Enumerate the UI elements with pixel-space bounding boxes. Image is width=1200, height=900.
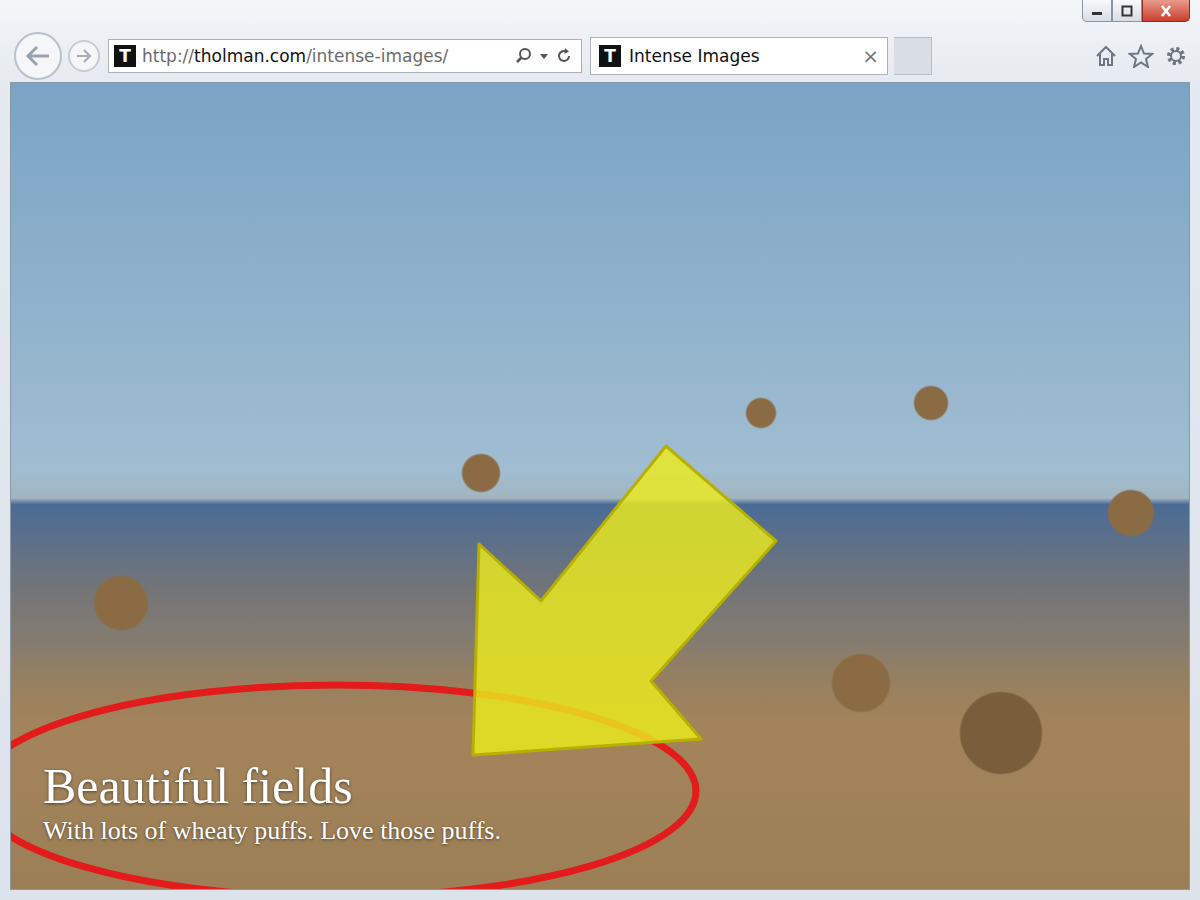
- window-controls: [1082, 0, 1190, 30]
- toolbar-icons: [1094, 44, 1188, 68]
- maximize-button[interactable]: [1112, 0, 1142, 22]
- search-icon[interactable]: [515, 47, 533, 65]
- maximize-icon: [1120, 5, 1134, 17]
- back-arrow-icon: [25, 45, 51, 67]
- photo-caption: Beautiful fieldsWith lots of wheaty puff…: [43, 759, 501, 848]
- annotation-layer: [11, 83, 1190, 890]
- favorites-star-icon[interactable]: [1128, 44, 1154, 68]
- pointer-arrow-icon: [473, 446, 776, 755]
- title-bar: [0, 0, 1200, 30]
- minimize-button[interactable]: [1082, 0, 1112, 22]
- dropdown-icon[interactable]: [539, 47, 549, 65]
- highlight-ellipse-icon: [11, 685, 696, 890]
- browser-window: Thttp://tholman.com/intense-images/T Inte…: [0, 0, 1200, 900]
- url-text: http://tholman.com/intense-images/: [142, 46, 509, 66]
- minimize-icon: [1090, 6, 1104, 16]
- tab-close-button[interactable]: ×: [862, 44, 879, 68]
- toolbar: Thttp://tholman.com/intense-images/T Inte…: [0, 30, 1200, 82]
- address-bar[interactable]: Thttp://tholman.com/intense-images/: [108, 39, 582, 73]
- refresh-icon[interactable]: [555, 47, 573, 65]
- close-button[interactable]: [1142, 0, 1190, 22]
- back-button[interactable]: [14, 32, 62, 80]
- forward-button[interactable]: [68, 40, 100, 72]
- page-content: Beautiful fieldsWith lots of wheaty puff…: [10, 82, 1190, 890]
- caption-subtitle: With lots of wheaty puffs. Love those pu…: [43, 814, 501, 848]
- new-tab-button[interactable]: [894, 37, 932, 75]
- site-favicon: T: [114, 45, 136, 67]
- caption-title: Beautiful fields: [43, 759, 501, 814]
- close-icon: [1159, 5, 1173, 17]
- browser-tab[interactable]: T Intense Images ×: [590, 37, 888, 75]
- home-icon[interactable]: [1094, 44, 1118, 68]
- tab-label: Intense Images: [629, 46, 854, 66]
- forward-arrow-icon: [76, 49, 92, 63]
- settings-gear-icon[interactable]: [1164, 44, 1188, 68]
- tab-favicon: T: [599, 45, 621, 67]
